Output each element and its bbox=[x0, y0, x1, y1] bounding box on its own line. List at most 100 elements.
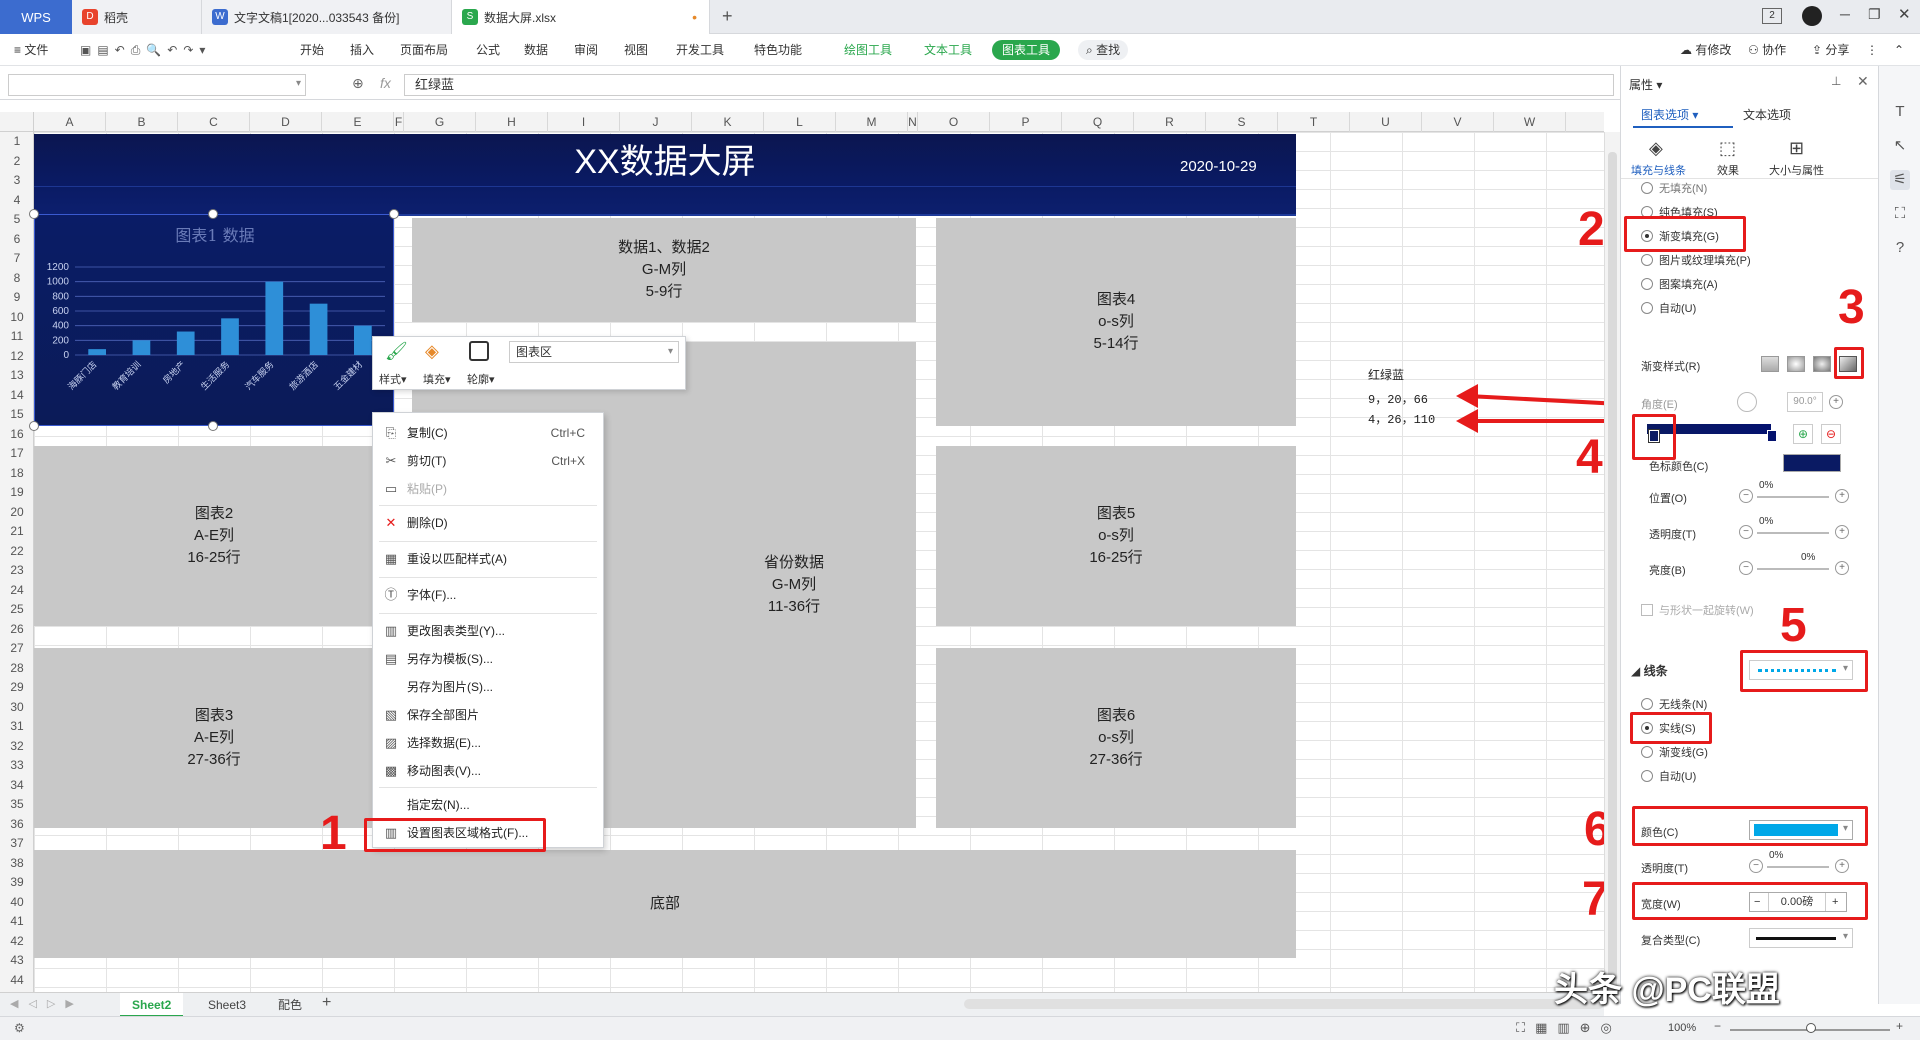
column-header-e[interactable]: E bbox=[322, 112, 394, 132]
cell-rgb-1[interactable]: 9，20，66 bbox=[1368, 390, 1428, 407]
row-header-28[interactable]: 28 bbox=[0, 659, 34, 678]
resize-handle[interactable] bbox=[29, 209, 39, 219]
sheet-tab-palette[interactable]: 配色 bbox=[266, 993, 314, 1017]
row-header-31[interactable]: 31 bbox=[0, 717, 34, 736]
avatar[interactable] bbox=[1802, 6, 1822, 26]
row-header-14[interactable]: 14 bbox=[0, 386, 34, 405]
collaborate-button[interactable]: ⚇ 协作 bbox=[1748, 34, 1786, 66]
line-transparency-slider[interactable] bbox=[1767, 866, 1829, 868]
resize-handle[interactable] bbox=[389, 209, 399, 219]
minimize-icon[interactable]: ─ bbox=[1840, 6, 1850, 22]
tab-docer[interactable]: D 稻壳 bbox=[72, 0, 202, 34]
context-menu-item[interactable]: 另存为图片(S)... bbox=[373, 675, 603, 699]
row-header-40[interactable]: 40 bbox=[0, 893, 34, 912]
menu-home[interactable]: 开始 bbox=[300, 34, 324, 66]
menu-chart-tool[interactable]: 图表工具 bbox=[992, 40, 1061, 60]
radio-picture-fill[interactable] bbox=[1641, 254, 1653, 266]
menu-page-layout[interactable]: 页面布局 bbox=[400, 34, 448, 66]
transparency-plus[interactable]: + bbox=[1835, 525, 1849, 539]
zoom-in-icon[interactable]: + bbox=[1896, 1019, 1903, 1033]
column-header-w[interactable]: W bbox=[1494, 112, 1566, 132]
horizontal-scrollbar[interactable] bbox=[964, 999, 1604, 1009]
column-header-t[interactable]: T bbox=[1278, 112, 1350, 132]
block-data12[interactable]: 数据1、数据2 G-M列 5-9行 bbox=[412, 218, 916, 322]
select-all-corner[interactable] bbox=[0, 112, 34, 132]
menu-file[interactable]: ≡ 文件 bbox=[14, 34, 48, 66]
row-header-26[interactable]: 26 bbox=[0, 620, 34, 639]
row-header-42[interactable]: 42 bbox=[0, 932, 34, 951]
share-button[interactable]: ⇪ 分享 bbox=[1812, 34, 1849, 66]
radio-no-line[interactable] bbox=[1641, 698, 1653, 710]
macro-icon[interactable]: ⚙ bbox=[14, 1021, 25, 1035]
position-minus[interactable]: − bbox=[1739, 489, 1753, 503]
close-icon[interactable]: ✕ bbox=[1857, 73, 1869, 90]
gradient-style-radial[interactable] bbox=[1787, 356, 1805, 372]
block-chart3[interactable]: 图表3 A-E列 27-36行 bbox=[34, 648, 394, 828]
text-style-icon[interactable]: T bbox=[1890, 102, 1910, 122]
menu-features[interactable]: 特色功能 bbox=[754, 34, 802, 66]
context-menu-item[interactable]: Ⓣ 字体(F)... bbox=[373, 583, 603, 607]
delete-stop-icon[interactable]: ⊖ bbox=[1821, 424, 1841, 444]
zoom-formula-icon[interactable]: ⊕ bbox=[352, 75, 364, 92]
block-chart5[interactable]: 图表5 o-s列 16-25行 bbox=[936, 446, 1296, 626]
tab-chart-options[interactable]: 图表选项 ▾ bbox=[1641, 106, 1698, 123]
restore-icon[interactable]: ❐ bbox=[1868, 6, 1881, 23]
row-header-18[interactable]: 18 bbox=[0, 464, 34, 483]
modified-button[interactable]: ☁ 有修改 bbox=[1680, 34, 1731, 66]
row-header-11[interactable]: 11 bbox=[0, 327, 34, 346]
column-header-u[interactable]: U bbox=[1350, 112, 1422, 132]
name-box[interactable]: ▾ bbox=[8, 74, 306, 96]
menu-data[interactable]: 数据 bbox=[524, 34, 548, 66]
brush-icon[interactable]: 🖌 bbox=[385, 341, 408, 362]
row-header-9[interactable]: 9 bbox=[0, 288, 34, 307]
angle-dial[interactable] bbox=[1737, 392, 1757, 412]
radio-no-fill[interactable] bbox=[1641, 182, 1653, 194]
row-header-24[interactable]: 24 bbox=[0, 581, 34, 600]
row-header-10[interactable]: 10 bbox=[0, 308, 34, 327]
angle-plus-button[interactable]: + bbox=[1829, 395, 1843, 409]
block-bottom[interactable]: 底部 bbox=[34, 850, 1296, 958]
row-header-34[interactable]: 34 bbox=[0, 776, 34, 795]
row-header-44[interactable]: 44 bbox=[0, 971, 34, 990]
context-menu-item[interactable]: ▧ 保存全部图片 bbox=[373, 703, 603, 727]
column-header-v[interactable]: V bbox=[1422, 112, 1494, 132]
column-header-j[interactable]: J bbox=[620, 112, 692, 132]
row-header-37[interactable]: 37 bbox=[0, 834, 34, 853]
line-section-toggle[interactable]: ◢ 线条 bbox=[1631, 662, 1668, 679]
outline-button[interactable]: 轮廓▾ bbox=[467, 371, 495, 387]
menu-developer[interactable]: 开发工具 bbox=[676, 34, 724, 66]
select-pointer-icon[interactable]: ↖ bbox=[1890, 136, 1910, 156]
stop-color-picker[interactable] bbox=[1783, 454, 1841, 472]
pin-icon[interactable]: ⊥ bbox=[1831, 74, 1841, 88]
row-header-43[interactable]: 43 bbox=[0, 951, 34, 970]
column-header-i[interactable]: I bbox=[548, 112, 620, 132]
row-header-21[interactable]: 21 bbox=[0, 522, 34, 541]
resize-handle[interactable] bbox=[208, 421, 218, 431]
context-menu-item[interactable]: ⎘ 复制(C) Ctrl+C bbox=[373, 421, 603, 445]
compound-type-select[interactable]: ▾ bbox=[1749, 928, 1853, 948]
column-header-a[interactable]: A bbox=[34, 112, 106, 132]
menu-draw-tool[interactable]: 绘图工具 bbox=[844, 34, 892, 66]
rotate-with-checkbox[interactable] bbox=[1641, 604, 1653, 616]
wps-home-button[interactable]: WPS bbox=[0, 0, 72, 34]
menu-insert[interactable]: 插入 bbox=[350, 34, 374, 66]
row-header-6[interactable]: 6 bbox=[0, 230, 34, 249]
context-menu-item[interactable]: ▨ 选择数据(E)... bbox=[373, 731, 603, 755]
row-header-3[interactable]: 3 bbox=[0, 171, 34, 190]
column-header-f[interactable]: F bbox=[394, 112, 404, 132]
context-menu-item[interactable]: ▥ 更改图表类型(Y)... bbox=[373, 619, 603, 643]
sheet-tab-sheet2[interactable]: Sheet2 bbox=[120, 993, 184, 1017]
zoom-slider-thumb[interactable] bbox=[1806, 1023, 1816, 1033]
angle-input[interactable]: 90.0° bbox=[1787, 392, 1823, 412]
radio-gradient-line[interactable] bbox=[1641, 746, 1653, 758]
cell-rgb-2[interactable]: 4，26，110 bbox=[1368, 410, 1435, 427]
column-header-k[interactable]: K bbox=[692, 112, 764, 132]
size-icon[interactable]: ⊞ bbox=[1789, 138, 1804, 159]
subtab-size[interactable]: 大小与属性 bbox=[1769, 162, 1824, 178]
brightness-minus[interactable]: − bbox=[1739, 561, 1753, 575]
sheet-tab-sheet3[interactable]: Sheet3 bbox=[196, 993, 258, 1017]
row-header-15[interactable]: 15 bbox=[0, 405, 34, 424]
menu-text-tool[interactable]: 文本工具 bbox=[924, 34, 972, 66]
help-icon[interactable]: ? bbox=[1890, 238, 1910, 258]
row-header-2[interactable]: 2 bbox=[0, 152, 34, 171]
